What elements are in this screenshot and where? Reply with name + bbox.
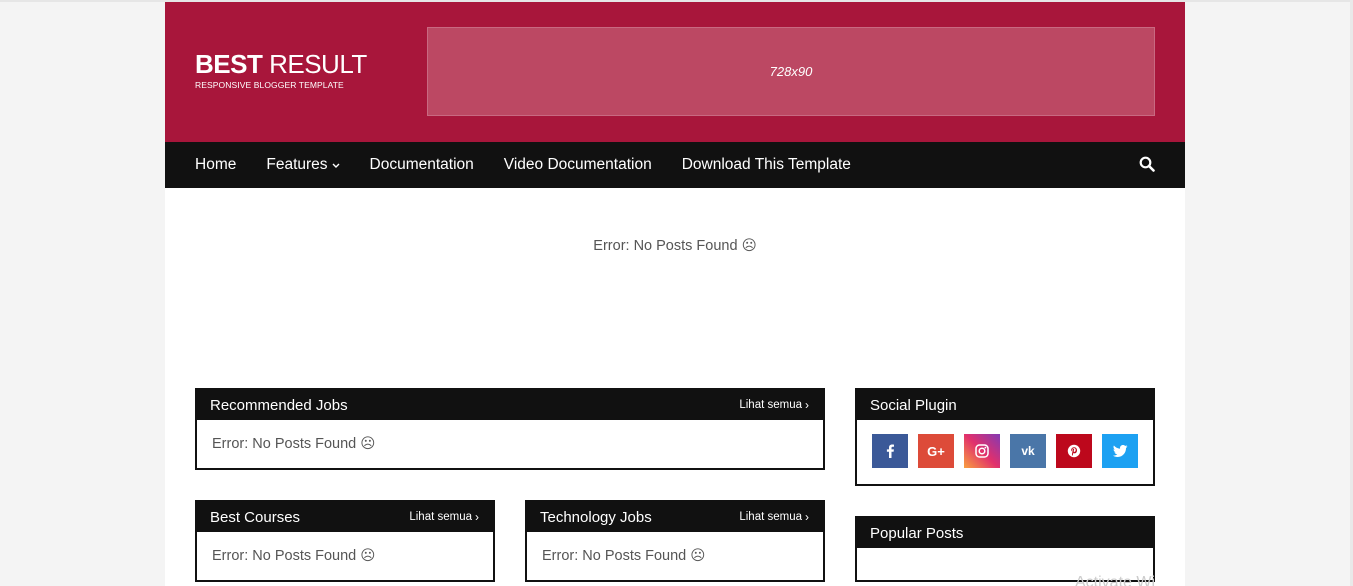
activate-windows-watermark: Activate Wi: [1075, 574, 1156, 586]
logo-light-text: RESULT: [269, 49, 367, 79]
facebook-icon[interactable]: [872, 434, 908, 468]
ad-size-label: 728x90: [769, 64, 813, 79]
site-header: BEST RESULT RESPONSIVE BLOGGER TEMPLATE …: [165, 2, 1185, 142]
nav-item-features[interactable]: Features: [266, 156, 340, 174]
view-all-link[interactable]: Lihat semua ›: [409, 502, 479, 532]
widget-popular-posts: Popular Posts: [855, 516, 1155, 582]
twitter-icon[interactable]: [1102, 434, 1138, 468]
widget-best-courses: Best Courses Lihat semua › Error: No Pos…: [195, 500, 495, 582]
chevron-right-icon: ›: [475, 510, 479, 524]
view-all-label: Lihat semua: [409, 511, 472, 523]
vk-glyph: vk: [1021, 444, 1035, 458]
widget-title: Recommended Jobs: [210, 396, 348, 414]
logo-tagline: RESPONSIVE BLOGGER TEMPLATE: [195, 80, 344, 90]
nav-item-label: Documentation: [369, 156, 474, 173]
logo-bold-text: BEST: [195, 49, 263, 79]
nav-item-documentation[interactable]: Documentation: [370, 156, 474, 174]
instagram-icon[interactable]: [964, 434, 1000, 468]
view-all-label: Lihat semua: [739, 399, 802, 411]
nav-item-label: Home: [195, 156, 237, 173]
widget-title: Popular Posts: [870, 524, 964, 542]
widget-title: Best Courses: [210, 508, 301, 526]
widget-social-plugin: Social Plugin G+ vk: [855, 388, 1155, 486]
nav-item-label: Video Documentation: [503, 156, 652, 173]
social-icons-row: G+ vk: [857, 420, 1153, 468]
page-container: BEST RESULT RESPONSIVE BLOGGER TEMPLATE …: [165, 2, 1185, 586]
widget-title: Social Plugin: [870, 396, 957, 414]
pinterest-icon[interactable]: [1056, 434, 1092, 468]
nav-item-video-documentation[interactable]: Video Documentation: [504, 156, 652, 174]
search-icon[interactable]: [1139, 156, 1157, 174]
google-plus-icon[interactable]: G+: [918, 434, 954, 468]
view-all-link[interactable]: Lihat semua ›: [739, 390, 809, 420]
nav-item-download-template[interactable]: Download This Template: [682, 156, 851, 174]
vk-icon[interactable]: vk: [1010, 434, 1046, 468]
widget-error-message: Error: No Posts Found ☹: [212, 436, 376, 452]
chevron-down-icon: [332, 161, 340, 171]
view-all-label: Lihat semua: [739, 511, 802, 523]
widget-technology-jobs: Technology Jobs Lihat semua › Error: No …: [525, 500, 825, 582]
chevron-right-icon: ›: [805, 510, 809, 524]
site-logo[interactable]: BEST RESULT RESPONSIVE BLOGGER TEMPLATE: [195, 50, 367, 91]
logo-title: BEST RESULT: [195, 50, 367, 78]
nav-item-label: Download This Template: [681, 156, 851, 173]
main-navigation: Home Features Documentation Video Docume…: [165, 142, 1185, 188]
widget-title: Technology Jobs: [540, 508, 652, 526]
view-all-link[interactable]: Lihat semua ›: [739, 502, 809, 532]
widget-error-message: Error: No Posts Found ☹: [212, 548, 376, 564]
chevron-right-icon: ›: [805, 398, 809, 412]
main-error-message: Error: No Posts Found ☹: [593, 238, 757, 254]
nav-item-home[interactable]: Home: [195, 156, 236, 174]
widget-recommended-jobs: Recommended Jobs Lihat semua › Error: No…: [195, 388, 825, 470]
google-plus-glyph: G+: [927, 443, 945, 459]
header-ad-banner[interactable]: 728x90: [427, 27, 1155, 116]
widget-error-message: Error: No Posts Found ☹: [542, 548, 706, 564]
nav-item-label: Features: [266, 156, 328, 173]
